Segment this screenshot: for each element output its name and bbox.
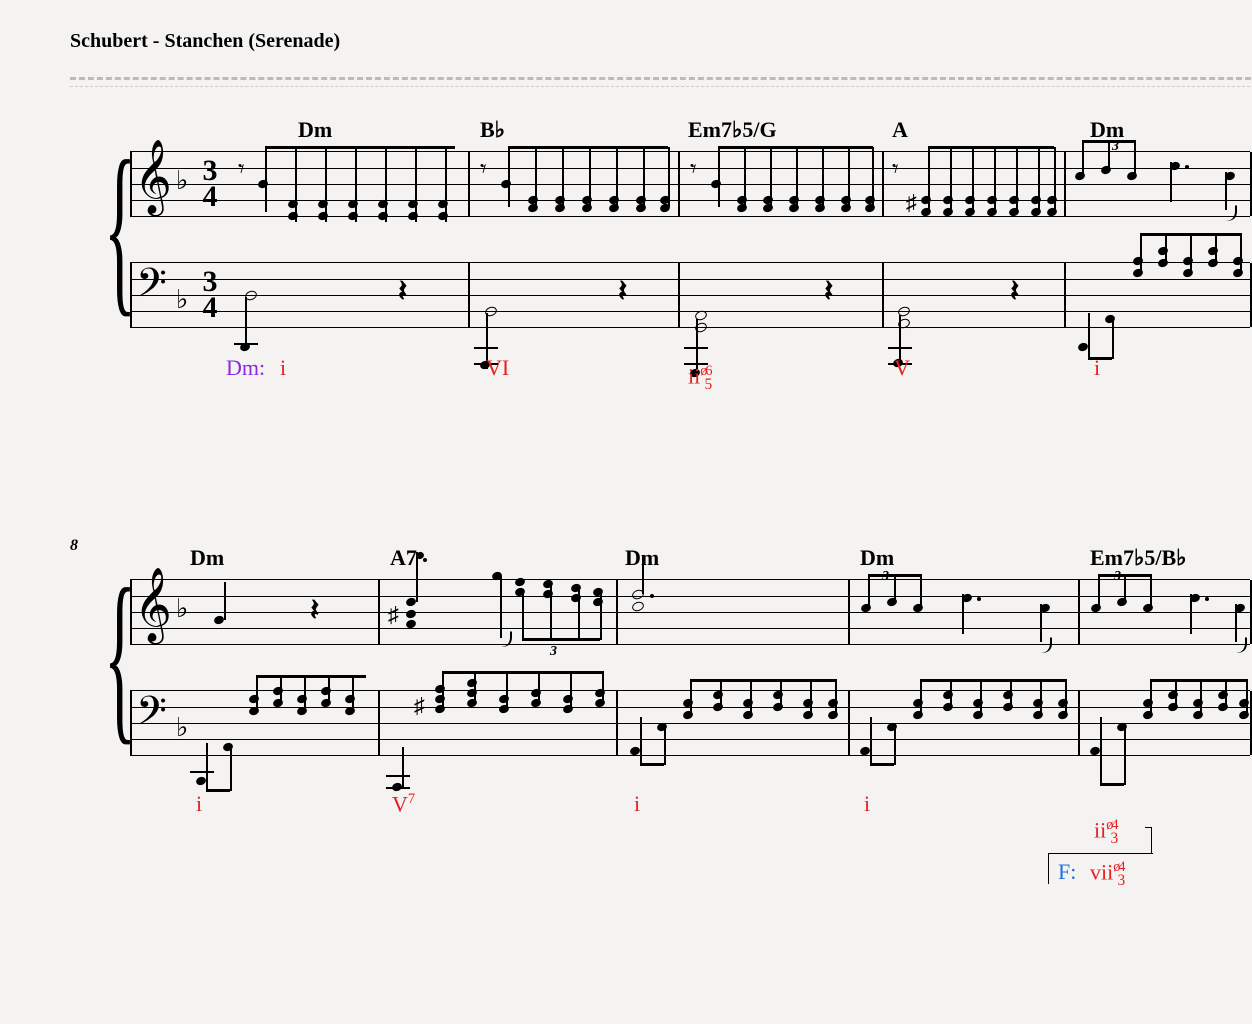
bass-staff: 𝄢 ♭ 3 4 𝄽 (130, 262, 1250, 327)
beam (265, 146, 455, 149)
key-signature-flat: ♭ (176, 713, 188, 743)
roman-numeral: i (634, 791, 640, 817)
bass-staff: 𝄢 ♭ (130, 690, 1250, 755)
quarter-rest: 𝄽 (1010, 275, 1019, 309)
chord-symbols-row: Dm A7 Dm Dm 3 Em7♭5/B♭ 3 (70, 545, 1250, 579)
roman-numeral: i (280, 355, 286, 381)
roman-numeral: i (196, 791, 202, 817)
time-denominator: 4 (200, 295, 220, 321)
roman-numeral-row: i V7 i i iiø43 F: viiø43 (130, 791, 1250, 861)
quarter-rest: 𝄽 (398, 275, 407, 309)
bass-clef-icon: 𝄢 (136, 261, 167, 317)
system-2: 8 Dm A7 Dm Dm 3 Em7♭5/B♭ 3 { 𝄞 ♭ (70, 545, 1250, 861)
quarter-rest: 𝄽 (824, 275, 833, 309)
roman-numeral: V7 (392, 791, 415, 817)
chord-symbol: Em7♭5/B♭ (1090, 545, 1187, 571)
quarter-rest: 𝄽 (310, 594, 319, 628)
chord-symbol: Dm (860, 545, 894, 571)
sharp-accidental: ♯ (906, 190, 917, 216)
quarter-rest: 𝄽 (618, 275, 627, 309)
key-signature-flat: ♭ (176, 166, 188, 196)
roman-numeral: i (1094, 355, 1100, 381)
roman-numeral: iiø65 (688, 363, 722, 389)
pivot-bracket (1048, 853, 1049, 884)
roman-numeral: iiø43 (1094, 817, 1128, 843)
roman-numeral: i (864, 791, 870, 817)
time-signature: 3 4 (200, 269, 220, 321)
key-label: Dm: (226, 355, 265, 381)
chord-symbol: A7 (390, 545, 417, 571)
eighth-rest: 𝄾 (480, 156, 487, 184)
pivot-bracket (1048, 853, 1153, 854)
chord-symbol: Dm (190, 545, 224, 571)
treble-staff: 𝄞 ♭ 𝄽 ♯ (130, 579, 1250, 644)
chord-symbol: Dm (298, 117, 332, 143)
treble-clef-icon: 𝄞 (134, 568, 172, 642)
time-signature: 3 4 (200, 158, 220, 210)
roman-numeral-row: Dm: i VI iiø65 V i (130, 355, 1250, 425)
treble-staff: 𝄞 ♭ 3 4 𝄾 (130, 151, 1250, 216)
bass-clef-icon: 𝄢 (136, 689, 167, 745)
roman-numeral-pivot: viiø43 (1090, 859, 1135, 885)
sharp-accidental: ♯ (388, 602, 399, 628)
triplet-number: 3 (550, 644, 557, 660)
chord-symbol: A (892, 117, 908, 143)
eighth-rest: 𝄾 (690, 156, 697, 184)
eighth-rest: 𝄾 (238, 156, 245, 184)
key-signature-flat: ♭ (176, 285, 188, 315)
roman-numeral: V (894, 355, 910, 381)
chord-symbol: B♭ (480, 117, 505, 143)
key-signature-flat: ♭ (176, 594, 188, 624)
piece-title: Schubert - Stanchen (Serenade) (70, 30, 1252, 53)
eighth-rest: 𝄾 (892, 156, 899, 184)
pivot-bracket (1145, 827, 1152, 854)
treble-clef-icon: 𝄞 (134, 140, 172, 214)
page-divider (70, 77, 1252, 87)
system-1: Dm B♭ Em7♭5/G A Dm 3 { 𝄞 ♭ 3 4 (70, 117, 1250, 425)
time-denominator: 4 (200, 184, 220, 210)
pivot-key-label: F: (1058, 859, 1076, 885)
sharp-accidental: ♯ (414, 693, 425, 719)
roman-numeral: VI (486, 355, 509, 381)
chord-symbol: Em7♭5/G (688, 117, 777, 143)
score-page: Schubert - Stanchen (Serenade) Dm B♭ Em7… (0, 0, 1252, 861)
